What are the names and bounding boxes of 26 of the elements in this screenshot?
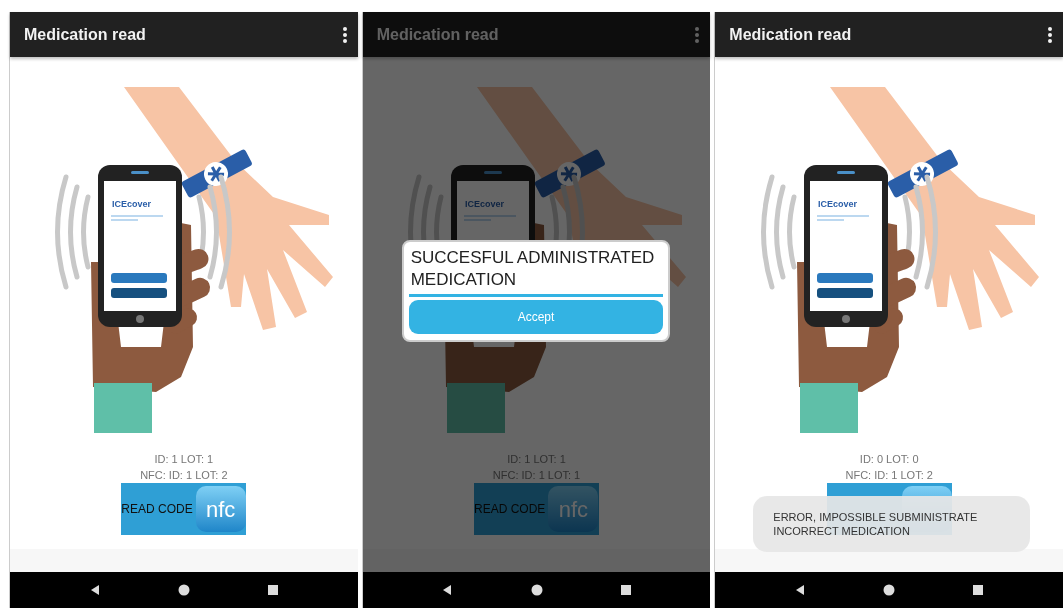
app-title: Medication read xyxy=(729,24,852,45)
recents-icon[interactable] xyxy=(972,584,985,596)
error-toast: ERROR, IMPOSSIBLE SUBMINISTRATE INCORRECT MEDICATION xyxy=(753,496,1030,552)
home-icon[interactable] xyxy=(530,584,543,596)
home-icon[interactable] xyxy=(883,584,896,596)
back-icon[interactable] xyxy=(441,584,454,596)
more-options-icon[interactable] xyxy=(341,26,348,43)
logo-text: ICEcover xyxy=(817,199,857,209)
id-text: ID: 1 LOT: 1 xyxy=(154,452,214,467)
read-code-button[interactable]: READ CODE nfc xyxy=(474,483,599,535)
accept-button[interactable]: Accept xyxy=(408,300,664,334)
nfc-logo: nfc xyxy=(195,486,246,532)
dialog-message: SUCCESFUL ADMINISTRATED MEDICATION xyxy=(409,247,656,291)
nfc-id-text: NFC: ID: 1 LOT: 2 xyxy=(845,468,933,483)
logo-text: ICEcover xyxy=(465,199,505,209)
recents-icon[interactable] xyxy=(267,584,280,596)
nfc-logo: nfc xyxy=(548,486,599,532)
app-title: Medication read xyxy=(24,24,146,45)
read-code-button[interactable]: READ CODE nfc xyxy=(121,483,247,535)
home-icon[interactable] xyxy=(177,584,190,596)
nfc-id-text: NFC: ID: 1 LOT: 2 xyxy=(140,468,228,483)
id-text: ID: 0 LOT: 0 xyxy=(859,452,919,467)
recents-icon[interactable] xyxy=(619,584,632,596)
app-title: Medication read xyxy=(376,24,499,45)
logo-text: ICEcover xyxy=(112,199,152,209)
more-options-icon[interactable] xyxy=(1047,26,1053,43)
